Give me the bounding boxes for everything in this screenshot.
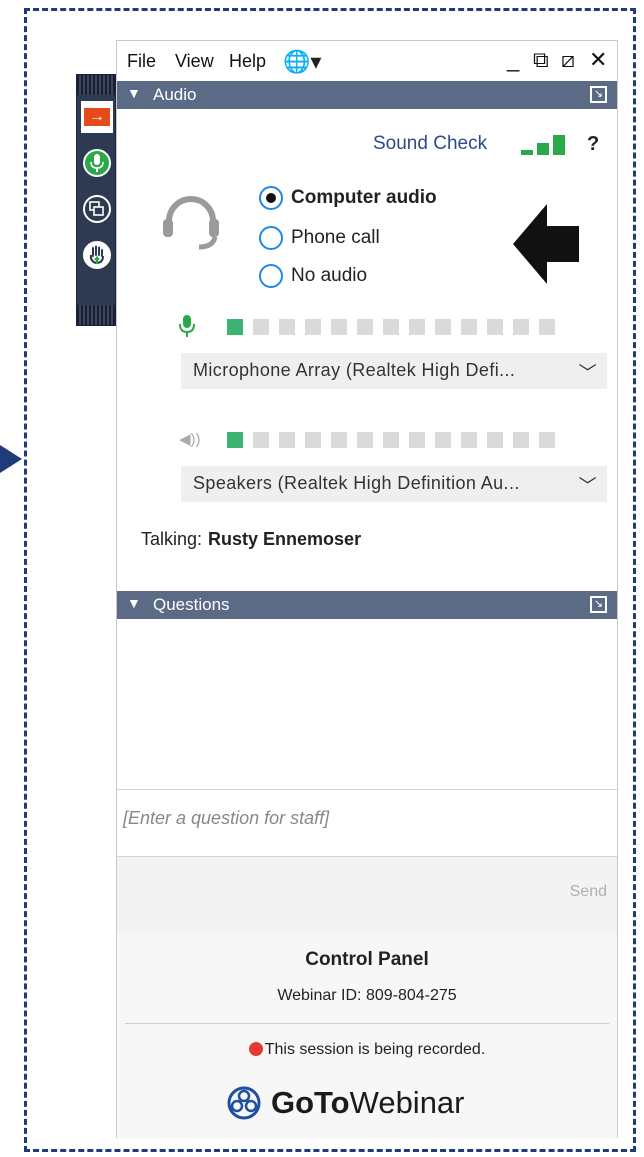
close-icon[interactable]: ✕: [589, 47, 607, 73]
level-segment: [357, 319, 373, 335]
speaker-device-select[interactable]: Speakers (Realtek High Definition Au... …: [181, 466, 607, 502]
level-segment: [461, 319, 477, 335]
talking-label: Talking:: [141, 529, 203, 549]
talking-name: Rusty Ennemoser: [208, 529, 362, 549]
level-segment: [383, 319, 399, 335]
logo-webinar-text: Webinar: [349, 1085, 465, 1120]
level-segment: [227, 432, 243, 448]
footer-divider: [125, 1023, 609, 1024]
questions-section-header[interactable]: ▼ Questions ↘: [117, 591, 617, 619]
menu-bar: File View Help 🌐▾ _ ⧉ ⧄ ✕: [117, 41, 617, 81]
level-segment: [487, 319, 503, 335]
gotowebinar-logo: GoTo Webinar: [227, 1083, 465, 1123]
level-segment: [279, 432, 295, 448]
level-segment: [539, 319, 555, 335]
level-segment: [487, 432, 503, 448]
speaker-icon: ◀)): [179, 431, 201, 448]
level-segment: [331, 432, 347, 448]
chevron-down-icon: ﹀: [578, 363, 597, 383]
audio-section-header[interactable]: ▼ Audio ↘: [117, 81, 617, 109]
popout-icon[interactable]: ⧄: [561, 47, 575, 73]
section-popout-icon[interactable]: ↘: [590, 596, 607, 613]
toolbar-grip-bottom[interactable]: [77, 305, 115, 325]
headset-icon: [163, 196, 219, 250]
level-segment: [461, 432, 477, 448]
recording-dot-icon: [248, 1042, 263, 1056]
microphone-button[interactable]: [81, 147, 113, 179]
send-area: Send: [117, 857, 617, 933]
audio-option-computer[interactable]: Computer audio: [259, 186, 437, 210]
raise-hand-icon: [83, 241, 111, 269]
collapse-triangle-icon[interactable]: ▼: [127, 595, 141, 611]
radio-phone-call[interactable]: [259, 226, 283, 250]
level-segment: [409, 432, 425, 448]
menu-help[interactable]: Help: [229, 51, 266, 72]
language-globe-icon[interactable]: 🌐▾: [283, 49, 321, 75]
webinar-id: Webinar ID: 809-804-275: [277, 987, 457, 1004]
audio-option-label: Computer audio: [291, 187, 437, 208]
recording-notice-text: This session is being recorded.: [264, 1041, 486, 1058]
level-segment: [383, 432, 399, 448]
arrow-right-icon: →: [84, 108, 110, 126]
talking-indicator: Talking: Rusty Ennemoser: [141, 529, 361, 550]
level-segment: [409, 319, 425, 335]
restore-icon[interactable]: ⧉: [533, 47, 549, 73]
level-segment: [357, 432, 373, 448]
raise-hand-button[interactable]: [81, 239, 113, 271]
level-segment: [331, 319, 347, 335]
question-input[interactable]: [Enter a question for staff]: [117, 789, 617, 857]
logo-goto-text: GoTo: [271, 1085, 350, 1120]
collapse-triangle-icon[interactable]: ▼: [127, 85, 141, 101]
audio-option-phone[interactable]: Phone call: [259, 226, 380, 250]
microphone-level-meter: [179, 315, 579, 339]
control-panel-window: File View Help 🌐▾ _ ⧉ ⧄ ✕ ▼ Audio ↘ Soun…: [116, 40, 618, 1139]
section-popout-icon[interactable]: ↘: [590, 86, 607, 103]
microphone-icon: [83, 149, 111, 177]
microphone-device-value: Microphone Array (Realtek High Defi...: [193, 360, 516, 380]
audio-option-label: No audio: [291, 265, 368, 286]
side-toolbar: →: [76, 74, 116, 326]
toolbar-grip-top[interactable]: [77, 75, 115, 95]
audio-option-label: Phone call: [291, 227, 380, 248]
level-segment: [279, 319, 295, 335]
speaker-level-meter: ◀)): [179, 428, 579, 452]
recording-notice: This session is being recorded.: [117, 1041, 617, 1059]
level-segment: [513, 319, 529, 335]
send-button[interactable]: Send: [570, 883, 607, 901]
level-segment: [513, 432, 529, 448]
screen-share-icon: [83, 195, 111, 223]
pointer-arrow-icon: [0, 445, 22, 473]
screen-share-button[interactable]: [81, 193, 113, 225]
level-segment: [253, 319, 269, 335]
audio-section-title: Audio: [153, 85, 197, 104]
radio-no-audio[interactable]: [259, 264, 283, 288]
menu-view[interactable]: View: [175, 51, 214, 72]
menu-file[interactable]: File: [127, 51, 156, 72]
level-segment: [539, 432, 555, 448]
level-segment: [435, 432, 451, 448]
speaker-device-value: Speakers (Realtek High Definition Au...: [193, 473, 520, 493]
minimize-icon[interactable]: _: [507, 47, 519, 73]
questions-section-title: Questions: [153, 595, 230, 614]
audio-help-icon[interactable]: ?: [587, 133, 599, 156]
level-segment: [227, 319, 243, 335]
level-segment: [253, 432, 269, 448]
chevron-down-icon: ﹀: [578, 476, 597, 496]
radio-computer-audio[interactable]: [259, 186, 283, 210]
gotowebinar-logo-icon: [227, 1086, 261, 1120]
level-segment: [305, 319, 321, 335]
control-panel-title: Control Panel: [305, 949, 429, 970]
callout-arrow-icon: [513, 204, 579, 284]
microphone-device-select[interactable]: Microphone Array (Realtek High Defi... ﹀: [181, 353, 607, 389]
collapse-panel-button[interactable]: →: [81, 101, 113, 133]
level-segment: [435, 319, 451, 335]
footer: Control Panel Webinar ID: 809-804-275 Th…: [117, 933, 617, 1139]
microphone-level-icon: [179, 315, 195, 342]
audio-option-none[interactable]: No audio: [259, 264, 367, 288]
signal-strength-icon: [521, 135, 567, 155]
level-segment: [305, 432, 321, 448]
sound-check-link[interactable]: Sound Check: [373, 133, 487, 155]
question-input-placeholder: [Enter a question for staff]: [123, 808, 330, 828]
